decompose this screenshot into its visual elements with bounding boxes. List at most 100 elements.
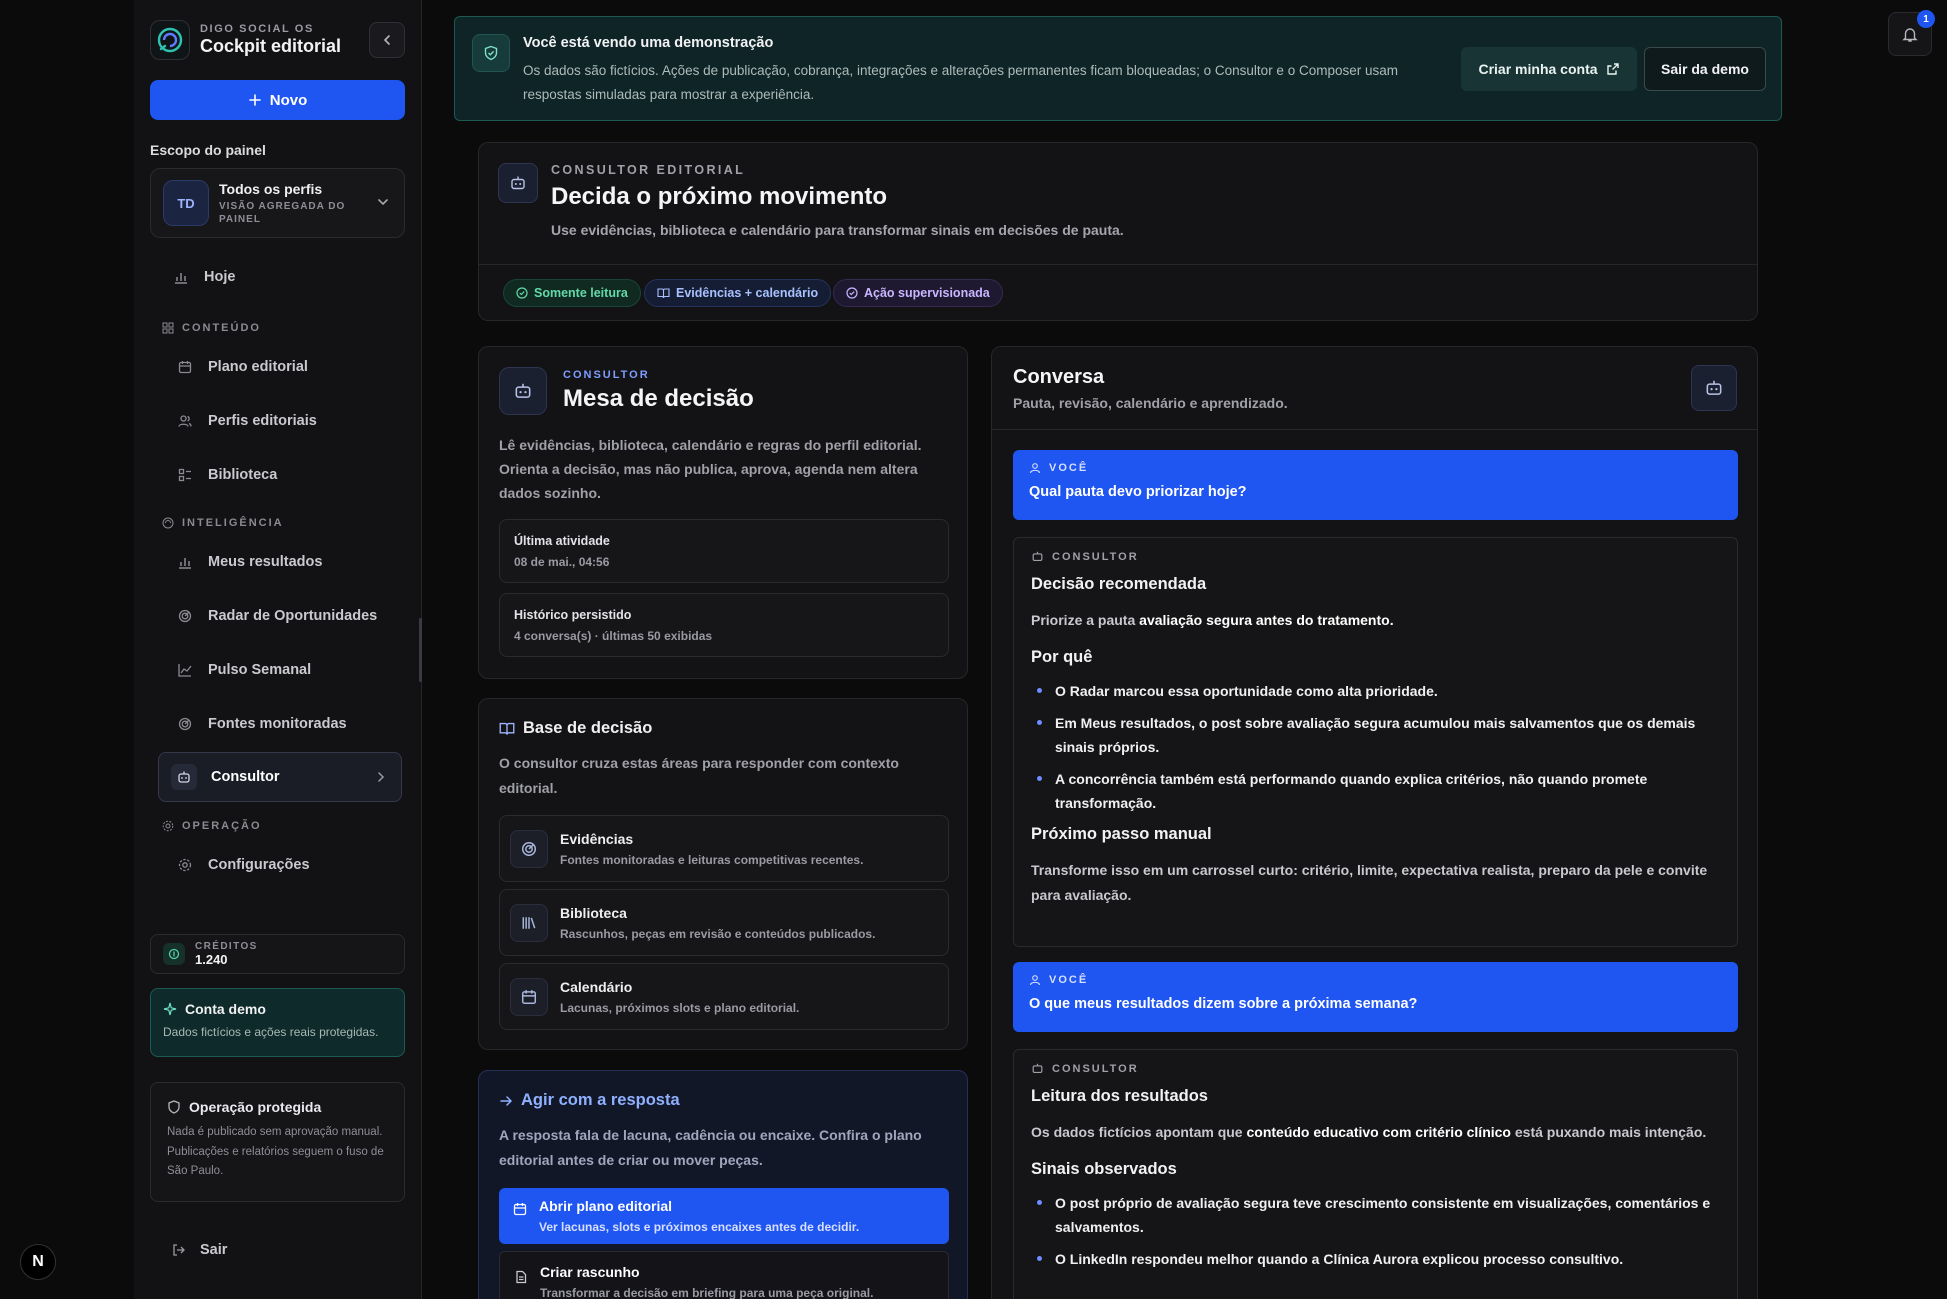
scope-selector[interactable]: TD Todos os perfis VISÃO AGREGADA DO PAI… bbox=[150, 168, 405, 238]
answer-highlight: avaliação segura antes do tratamento. bbox=[1139, 612, 1394, 628]
list-item: O LinkedIn respondeu melhor quando a Clí… bbox=[1031, 1247, 1720, 1271]
calendar-icon bbox=[513, 1203, 527, 1216]
arrow-right-icon bbox=[500, 1095, 513, 1106]
calendar-icon bbox=[176, 358, 194, 376]
message-role-label: VOCÊ bbox=[1049, 462, 1089, 474]
brand-kicker: DIGO SOCIAL OS bbox=[200, 23, 314, 35]
credits-widget[interactable]: CRÉDITOS 1.240 bbox=[150, 934, 405, 974]
consultor-header-card: CONSULTOR EDITORIAL Decida o próximo mov… bbox=[478, 142, 1758, 321]
chip-read-only: Somente leitura bbox=[503, 279, 641, 307]
history-box: Histórico persistido 4 conversa(s) · últ… bbox=[499, 593, 949, 657]
sidebar-item-fontes-monitoradas[interactable]: Fontes monitoradas bbox=[162, 705, 402, 743]
sidebar-item-label: Pulso Semanal bbox=[208, 662, 312, 678]
message-role-label: VOCÊ bbox=[1049, 974, 1089, 986]
protected-title: Operação protegida bbox=[189, 1099, 322, 1115]
conversation-title: Conversa bbox=[1013, 366, 1105, 388]
protected-text: Nada é publicado sem aprovação manual. P… bbox=[167, 1126, 384, 1178]
list-item: Em Meus resultados, o post sobre avaliaç… bbox=[1031, 711, 1720, 759]
history-value: 4 conversa(s) · últimas 50 exibidas bbox=[514, 629, 713, 643]
framework-badge-button[interactable]: N bbox=[20, 1244, 56, 1280]
notification-badge: 1 bbox=[1917, 10, 1935, 28]
sidebar-item-consultor[interactable]: Consultor bbox=[158, 752, 402, 802]
sidebar-item-label: Consultor bbox=[211, 769, 280, 785]
base-item-title: Calendário bbox=[560, 978, 633, 995]
sidebar-item-label: Perfis editoriais bbox=[208, 413, 317, 429]
scope-name: Todos os perfis bbox=[219, 180, 323, 197]
base-item-evidencias[interactable]: Evidências Fontes monitoradas e leituras… bbox=[499, 815, 949, 882]
sidebar-item-label: Plano editorial bbox=[208, 359, 308, 375]
base-title: Base de decisão bbox=[499, 719, 652, 738]
bot-icon[interactable] bbox=[1691, 365, 1737, 411]
agir-title: Agir com a resposta bbox=[499, 1091, 680, 1110]
conversation-subtitle: Pauta, revisão, calendário e aprendizado… bbox=[1013, 395, 1288, 411]
create-draft-button[interactable]: Criar rascunho Transformar a decisão em … bbox=[499, 1251, 949, 1299]
chevron-right-icon bbox=[378, 772, 385, 782]
create-draft-title: Criar rascunho bbox=[540, 1264, 640, 1280]
open-editorial-plan-button[interactable]: Abrir plano editorial Ver lacunas, slots… bbox=[499, 1188, 949, 1244]
base-item-title: Biblioteca bbox=[560, 904, 627, 921]
logout-button[interactable]: Sair bbox=[172, 1242, 227, 1258]
create-account-label: Criar minha conta bbox=[1478, 61, 1598, 77]
scope-label: Escopo do painel bbox=[150, 142, 266, 158]
demo-text: Dados fictícios e ações reais protegidas… bbox=[163, 1025, 379, 1039]
brand[interactable]: DIGO SOCIAL OS Cockpit editorial bbox=[150, 20, 341, 60]
notifications-button[interactable]: 1 bbox=[1888, 10, 1935, 56]
new-button[interactable]: Novo bbox=[150, 80, 405, 120]
sidebar-item-radar[interactable]: Radar de Oportunidades bbox=[162, 597, 402, 635]
sidebar-item-configuracoes[interactable]: Configurações bbox=[162, 846, 402, 884]
gear-icon bbox=[162, 820, 174, 832]
check-circle-icon bbox=[846, 287, 858, 299]
nav-section-intel: INTELIGÊNCIA bbox=[162, 517, 284, 529]
chip-supervised-action: Ação supervisionada bbox=[833, 279, 1003, 307]
sidebar-scrollbar[interactable] bbox=[419, 618, 422, 682]
bot-icon bbox=[499, 367, 547, 415]
answer-subheading: Sinais observados bbox=[1031, 1160, 1177, 1179]
exit-demo-button[interactable]: Sair da demo bbox=[1644, 47, 1766, 91]
chip-evidence-calendar: Evidências + calendário bbox=[644, 279, 832, 307]
brand-logo-icon bbox=[150, 20, 190, 60]
sidebar-item-meus-resultados[interactable]: Meus resultados bbox=[162, 543, 402, 581]
answer-paragraph: Os dados fictícios apontam que conteúdo … bbox=[1031, 1120, 1720, 1144]
bot-icon bbox=[1032, 551, 1043, 562]
consultant-message: CONSULTOR Decisão recomendada Priorize a… bbox=[1013, 537, 1738, 947]
new-button-label: Novo bbox=[269, 91, 308, 109]
decision-desk-card: CONSULTOR Mesa de decisão Lê evidências,… bbox=[478, 346, 968, 679]
file-text-icon bbox=[516, 1270, 527, 1284]
radar-icon bbox=[510, 829, 548, 868]
base-item-biblioteca[interactable]: Biblioteca Rascunhos, peças em revisão e… bbox=[499, 889, 949, 956]
sidebar-item-label: Configurações bbox=[208, 857, 310, 873]
demo-title: Conta demo bbox=[185, 1001, 266, 1017]
create-account-button[interactable]: Criar minha conta bbox=[1461, 47, 1637, 91]
user-message: VOCÊ Qual pauta devo priorizar hoje? bbox=[1013, 450, 1738, 520]
book-open-icon bbox=[499, 722, 515, 735]
answer-text: Priorize a pauta bbox=[1031, 612, 1140, 628]
book-open-icon bbox=[657, 288, 670, 299]
exit-demo-label: Sair da demo bbox=[1661, 61, 1749, 77]
gear-icon bbox=[176, 856, 194, 874]
radar-icon bbox=[176, 607, 194, 625]
message-role: CONSULTOR bbox=[1031, 550, 1720, 563]
sidebar-item-perfis-editoriais[interactable]: Perfis editoriais bbox=[162, 402, 402, 440]
collapse-sidebar-button[interactable] bbox=[369, 22, 405, 58]
sidebar-item-pulso-semanal[interactable]: Pulso Semanal bbox=[162, 651, 402, 689]
sidebar-item-label: Biblioteca bbox=[208, 467, 278, 483]
message-role: VOCÊ bbox=[1029, 974, 1722, 986]
mesa-kicker: CONSULTOR bbox=[563, 369, 650, 381]
sidebar: DIGO SOCIAL OS Cockpit editorial Novo Es… bbox=[134, 0, 422, 1299]
base-text: O consultor cruza estas áreas para respo… bbox=[499, 755, 899, 796]
sidebar-item-today[interactable]: Hoje bbox=[158, 258, 398, 296]
credits-label: CRÉDITOS bbox=[195, 941, 258, 952]
last-activity-box: Última atividade 08 de mai., 04:56 bbox=[499, 519, 949, 583]
base-item-calendario[interactable]: Calendário Lacunas, próximos slots e pla… bbox=[499, 963, 949, 1030]
user-icon bbox=[1029, 463, 1041, 474]
nav-section-label: INTELIGÊNCIA bbox=[182, 517, 284, 529]
sidebar-item-biblioteca[interactable]: Biblioteca bbox=[162, 456, 402, 494]
message-role-label: CONSULTOR bbox=[1052, 1062, 1139, 1075]
sidebar-item-plano-editorial[interactable]: Plano editorial bbox=[162, 348, 402, 386]
divider bbox=[992, 429, 1757, 430]
demo-account-card: Conta demo Dados fictícios e ações reais… bbox=[150, 988, 405, 1057]
plus-icon bbox=[248, 94, 261, 106]
message-role: CONSULTOR bbox=[1031, 1062, 1720, 1075]
sidebar-item-label: Fontes monitoradas bbox=[208, 716, 347, 732]
credits-value: 1.240 bbox=[195, 952, 228, 967]
